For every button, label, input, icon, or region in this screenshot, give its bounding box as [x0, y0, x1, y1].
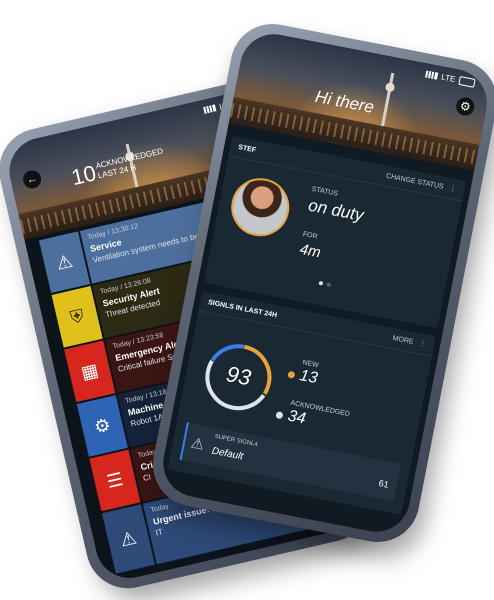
- acknowledged-value: 34: [286, 407, 308, 428]
- barrier-icon: ▦: [79, 359, 101, 383]
- page-dot-active: [318, 280, 324, 286]
- signal-icon: [203, 104, 217, 114]
- signals-title: SIGNLS IN LAST 24H: [207, 298, 278, 319]
- robot-icon: ⚙: [92, 413, 113, 437]
- shield-icon: ⛨: [68, 305, 86, 328]
- new-value: 13: [298, 367, 319, 388]
- avatar[interactable]: [226, 173, 295, 242]
- more-menu-icon[interactable]: ⋮: [419, 339, 427, 348]
- duration-label: FOR: [302, 230, 319, 241]
- change-status-button[interactable]: CHANGE STATUS: [385, 172, 444, 190]
- warning-triangle-icon: ⚠: [54, 250, 75, 274]
- warning-triangle-icon: ⚠: [189, 434, 206, 454]
- page-dot: [326, 282, 332, 288]
- server-icon: ☰: [104, 468, 125, 492]
- tv-tower-ball: [384, 82, 396, 93]
- super-label: SUPER SIGNL4: [214, 433, 259, 449]
- super-count: 61: [377, 478, 390, 490]
- more-button[interactable]: MORE: [392, 335, 414, 346]
- super-signl4-row[interactable]: ⚠ SUPER SIGNL4 Default 61: [179, 422, 401, 502]
- user-name: STEF: [237, 143, 257, 154]
- acknowledged-dot: [275, 411, 284, 420]
- new-dot: [287, 370, 296, 379]
- signal-icon: [425, 70, 439, 80]
- duration-value: 4m: [298, 240, 323, 262]
- status-value: on duty: [306, 195, 366, 225]
- more-menu-icon[interactable]: ⋮: [449, 184, 457, 193]
- super-value: Default: [210, 445, 245, 463]
- signals-card: SIGNLS IN LAST 24H MORE ⋮ 93 NEW 13 ACKN…: [167, 290, 436, 515]
- warning-triangle-icon: ⚠: [118, 526, 139, 551]
